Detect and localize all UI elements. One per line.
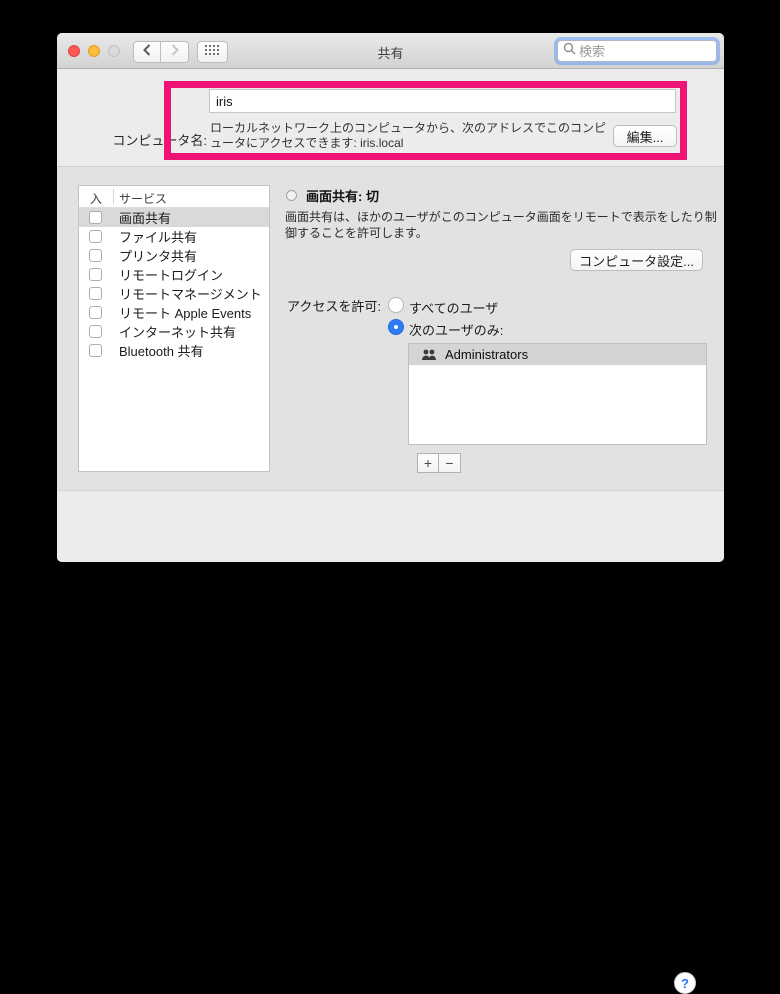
service-row[interactable]: リモート Apple Events [79,303,269,322]
add-remove-group: + − [417,453,461,473]
title-bar: 共有 [57,33,724,69]
computer-name-input[interactable] [209,89,676,113]
computer-name-description: ローカルネットワーク上のコンピュータから、次のアドレスでこのコンピュータにアクセ… [210,121,608,151]
service-row[interactable]: インターネット共有 [79,322,269,341]
allowed-user-name: Administrators [445,347,528,362]
service-checkbox[interactable] [89,287,102,300]
search-input[interactable] [579,44,704,59]
service-label: インターネット共有 [119,322,236,341]
allowed-user-row[interactable]: Administrators [409,344,706,365]
service-label: リモートマネージメント [119,284,262,303]
service-label: ファイル共有 [119,227,197,246]
bottom-bar: ? [57,490,724,562]
service-row[interactable]: Bluetooth 共有 [79,341,269,360]
radio-only-these-users-label: 次のユーザのみ: [409,320,503,339]
service-label: Bluetooth 共有 [119,341,204,360]
service-checkbox[interactable] [89,268,102,281]
service-checkbox[interactable] [89,230,102,243]
help-button[interactable]: ? [674,972,696,994]
service-label: プリンタ共有 [119,246,197,265]
computer-name-label: コンピュータ名: [67,130,207,149]
service-row[interactable]: リモートマネージメント [79,284,269,303]
service-checkbox[interactable] [89,306,102,319]
column-header-service: サービス [119,190,167,207]
service-row[interactable]: ファイル共有 [79,227,269,246]
group-users-icon [421,349,437,361]
radio-only-these-users[interactable] [388,319,404,335]
service-status-indicator [286,190,297,201]
add-user-button[interactable]: + [417,453,439,473]
service-checkbox[interactable] [89,325,102,338]
service-row[interactable]: プリンタ共有 [79,246,269,265]
computer-name-section: コンピュータ名: [57,69,724,166]
column-header-enabled: 入 [79,190,113,207]
search-field[interactable] [557,40,717,62]
service-label: リモート Apple Events [119,303,251,322]
allowed-users-list[interactable]: Administrators [408,343,707,445]
service-label: 画面共有 [119,208,171,227]
service-description: 画面共有は、ほかのユーザがこのコンピュータ画面をリモートで表示をしたり制御するこ… [285,209,719,241]
search-icon [563,42,576,60]
allow-access-label: アクセスを許可: [287,296,381,315]
column-divider [113,189,114,204]
service-checkbox[interactable] [89,211,102,224]
computer-settings-button[interactable]: コンピュータ設定... [570,249,703,271]
service-checkbox[interactable] [89,344,102,357]
sharing-preferences-window: 共有 コンピュータ名: ローカルネットワーク上のコンピュータから、次のアドレスで… [57,33,724,562]
service-row[interactable]: リモートログイン [79,265,269,284]
service-label: リモートログイン [119,265,223,284]
service-row[interactable]: 画面共有 [79,208,269,227]
service-checkbox[interactable] [89,249,102,262]
edit-button[interactable]: 編集... [613,125,677,147]
services-table-header: 入 サービス [79,186,269,208]
radio-all-users-label: すべてのユーザ [409,298,498,317]
services-table: 入 サービス 画面共有ファイル共有プリンタ共有リモートログインリモートマネージメ… [78,185,270,472]
service-status-title: 画面共有: 切 [306,186,379,205]
remove-user-button[interactable]: − [439,453,461,473]
radio-all-users[interactable] [388,297,404,313]
